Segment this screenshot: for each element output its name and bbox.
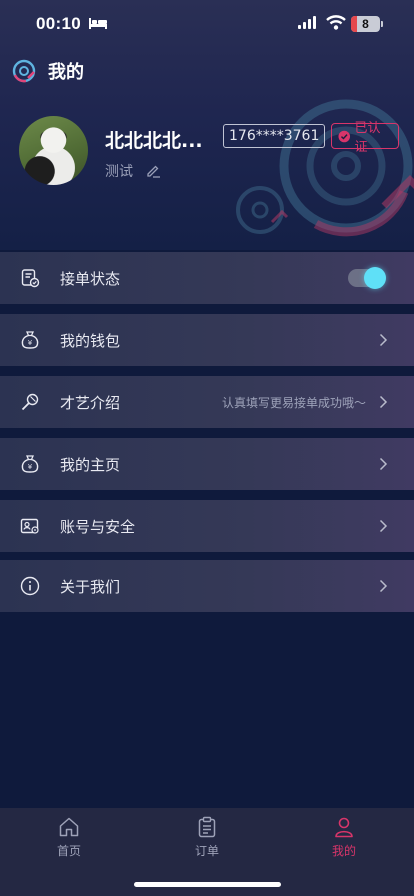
svg-text:¥: ¥: [28, 463, 33, 471]
tab-label: 订单: [194, 844, 219, 858]
status-bar: 00:10 8: [0, 0, 414, 50]
home-indicator[interactable]: [134, 882, 281, 887]
menu-item-wallet[interactable]: ¥ 我的钱包: [0, 314, 414, 366]
phone-badge: 176****3761: [223, 124, 326, 148]
tab-label: 首页: [56, 844, 81, 858]
tab-mine[interactable]: 我的: [314, 816, 374, 859]
chevron-right-icon: [379, 579, 388, 593]
menu-item-label: 关于我们: [60, 577, 121, 596]
menu-item-account-security[interactable]: 账号与安全: [0, 500, 414, 552]
talent-hint: 认真填写更易接单成功哦～: [221, 395, 366, 410]
toggle-knob: [364, 267, 386, 289]
chevron-right-icon: [379, 395, 388, 409]
user-subtitle-row: 测试: [105, 161, 161, 181]
menu-item-label: 账号与安全: [60, 517, 136, 536]
menu-item-label: 我的钱包: [60, 331, 121, 350]
edit-icon[interactable]: [145, 163, 161, 179]
order-status-toggle[interactable]: [348, 267, 386, 289]
menu-item-talent[interactable]: 才艺介绍 认真填写更易接单成功哦～: [0, 376, 414, 428]
svg-text:¥: ¥: [28, 339, 33, 347]
chevron-right-icon: [379, 333, 388, 347]
tab-home[interactable]: 首页: [39, 816, 99, 859]
wallet-icon: ¥: [21, 331, 39, 349]
tab-label: 我的: [331, 844, 356, 858]
check-circle-icon: [338, 130, 351, 142]
menu-item-about[interactable]: 关于我们: [0, 560, 414, 612]
wifi-icon: [326, 15, 346, 30]
menu-item-order-status: 接单状态: [0, 252, 414, 304]
bed-icon: [89, 18, 107, 29]
money-bag-icon: ¥: [21, 455, 39, 473]
menu-item-homepage[interactable]: ¥ 我的主页: [0, 438, 414, 490]
id-card-icon: [20, 518, 39, 534]
vinyl-disc-decoration-small: [236, 186, 289, 234]
battery-icon: 8: [351, 16, 380, 32]
signal-icon: [298, 16, 316, 29]
user-subtitle: 测试: [105, 164, 133, 180]
verified-label: 已认证: [354, 121, 381, 155]
chevron-right-icon: [379, 457, 388, 471]
vinyl-disc-icon: [12, 59, 36, 83]
menu-item-label: 接单状态: [60, 269, 121, 288]
avatar[interactable]: [19, 116, 88, 185]
battery-tip: [381, 21, 383, 27]
profile-section: 北北北北... 测试 176****3761 已认证: [19, 116, 399, 188]
verified-badge: 已认证: [331, 121, 399, 155]
page-title: 我的: [48, 62, 84, 83]
menu-item-label: 才艺介绍: [60, 393, 121, 412]
clipboard-icon: [198, 816, 216, 838]
user-icon: [335, 817, 353, 838]
home-icon: [59, 817, 79, 837]
menu-item-label: 我的主页: [60, 455, 121, 474]
order-status-icon: [21, 269, 40, 288]
status-time: 00:10: [36, 14, 81, 33]
info-icon: [20, 576, 40, 596]
tab-orders[interactable]: 订单: [177, 816, 237, 859]
chevron-right-icon: [379, 519, 388, 533]
battery-level: 8: [362, 17, 369, 31]
user-name: 北北北北...: [105, 130, 203, 152]
microphone-icon: [21, 393, 39, 411]
title-bar: 我的: [12, 58, 84, 84]
